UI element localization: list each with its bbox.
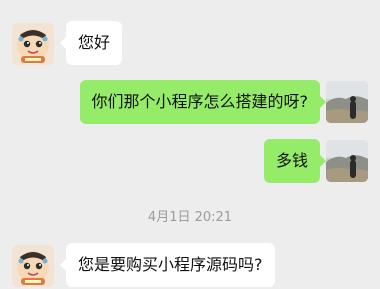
cartoon-avatar-icon	[12, 23, 54, 65]
message-timestamp: 4月1日 20:21	[147, 210, 233, 225]
message-row-outgoing: 你们那个小程序怎么搭建的呀?	[0, 80, 380, 126]
message-bubble[interactable]: 你们那个小程序怎么搭建的呀?	[79, 80, 326, 124]
landscape-avatar-icon	[326, 140, 368, 182]
self-avatar[interactable]	[326, 140, 368, 182]
contact-avatar[interactable]	[12, 23, 54, 65]
contact-avatar[interactable]	[12, 245, 54, 287]
landscape-avatar-icon	[326, 81, 368, 123]
message-bubble[interactable]: 您好	[59, 21, 123, 65]
self-avatar[interactable]	[326, 81, 368, 123]
message-row-incoming: 您好	[0, 21, 380, 67]
message-row-outgoing: 多钱	[0, 139, 380, 185]
message-row-incoming: 您是要购买小程序源码吗?	[0, 243, 380, 289]
message-bubble[interactable]: 多钱	[263, 139, 327, 183]
message-bubble[interactable]: 您是要购买小程序源码吗?	[60, 243, 275, 287]
cartoon-avatar-icon	[12, 245, 54, 287]
